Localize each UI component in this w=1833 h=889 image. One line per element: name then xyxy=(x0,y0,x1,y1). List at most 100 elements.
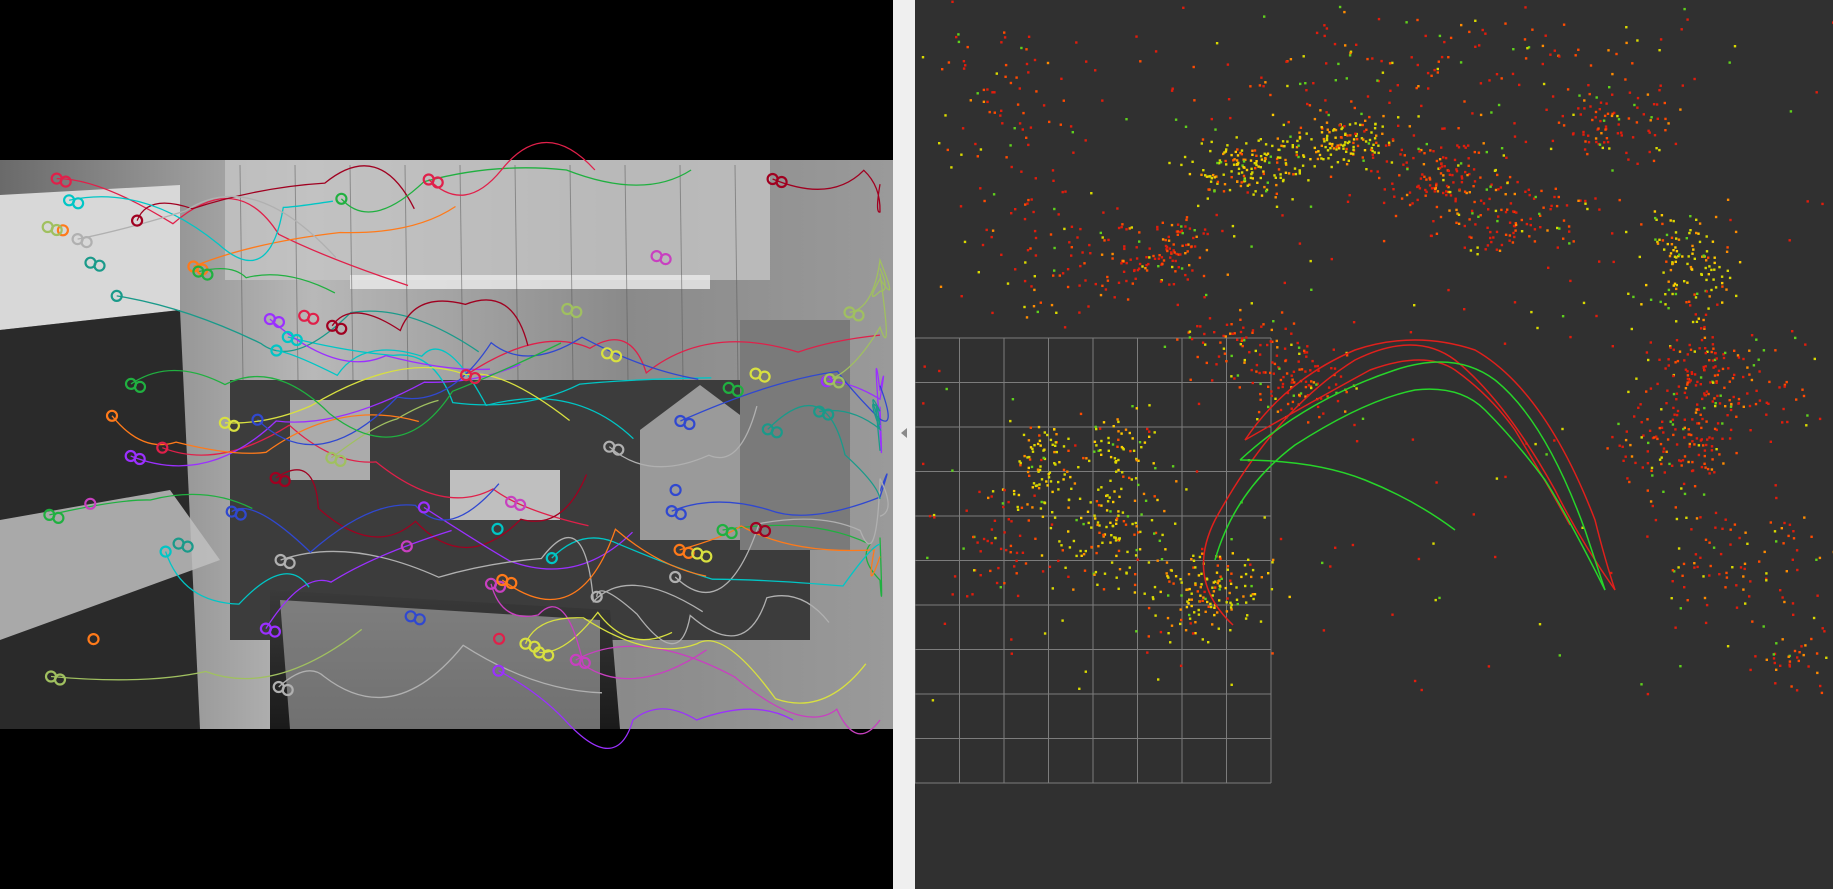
landmark-point xyxy=(1388,62,1392,65)
landmark-point xyxy=(1813,357,1816,361)
landmark-point xyxy=(1779,589,1782,592)
landmark-point xyxy=(962,60,966,63)
landmark-point xyxy=(1170,569,1173,572)
landmark-point xyxy=(1591,118,1594,122)
landmark-point xyxy=(1708,265,1711,268)
landmark-point xyxy=(1202,596,1205,599)
landmark-point xyxy=(1626,477,1629,480)
landmark-point xyxy=(1743,562,1747,565)
landmark-point xyxy=(1089,252,1092,255)
landmark-point xyxy=(1712,347,1715,350)
landmark-point xyxy=(1054,444,1057,447)
landmark-point xyxy=(1681,459,1685,462)
landmark-point xyxy=(1366,57,1369,61)
landmark-point xyxy=(1381,125,1384,128)
landmark-point xyxy=(1322,158,1325,161)
landmark-point xyxy=(1021,551,1025,554)
landmark-point xyxy=(1676,359,1680,363)
landmark-point xyxy=(1259,343,1262,347)
panel-splitter[interactable] xyxy=(893,0,915,889)
landmark-point xyxy=(1726,198,1730,201)
landmark-point xyxy=(1705,235,1708,238)
landmark-point xyxy=(1812,616,1816,620)
landmark-point xyxy=(960,153,963,156)
landmark-point xyxy=(1210,140,1213,144)
landmark-point xyxy=(1534,442,1537,446)
landmark-point xyxy=(1549,208,1552,211)
landmark-point xyxy=(1263,516,1266,519)
landmark-point xyxy=(1116,207,1119,210)
landmark-point xyxy=(1762,349,1766,352)
landmark-point xyxy=(1463,308,1466,311)
landmark-point xyxy=(993,111,996,114)
landmark-point xyxy=(1646,450,1649,453)
collapse-arrow-icon[interactable] xyxy=(901,428,907,438)
landmark-point xyxy=(1721,285,1724,288)
point-cloud-viewport[interactable] xyxy=(915,0,1833,889)
landmark-point xyxy=(1248,351,1251,354)
landmark-point xyxy=(1027,35,1031,38)
landmark-point xyxy=(1062,478,1065,481)
landmark-point xyxy=(1009,419,1012,423)
landmark-point xyxy=(1675,287,1678,291)
landmark-point xyxy=(932,513,936,517)
landmark-point xyxy=(1094,69,1097,72)
landmark-point xyxy=(1102,533,1105,537)
landmark-point xyxy=(1693,293,1696,296)
landmark-point xyxy=(1704,347,1707,350)
landmark-point xyxy=(1130,478,1133,481)
landmark-point xyxy=(1681,84,1684,87)
landmark-point xyxy=(1194,621,1197,624)
landmark-point xyxy=(1394,214,1398,218)
landmark-point xyxy=(1100,439,1103,443)
landmark-point xyxy=(1187,243,1190,246)
landmark-point xyxy=(1284,359,1287,363)
landmark-point xyxy=(946,148,949,152)
landmark-point xyxy=(1225,610,1229,613)
landmark-point xyxy=(1790,685,1793,688)
landmark-point xyxy=(1669,219,1672,222)
landmark-point xyxy=(1088,459,1091,463)
landmark-point xyxy=(1172,283,1176,286)
landmark-point xyxy=(1818,556,1822,560)
estimated-trajectory xyxy=(1202,344,1616,626)
landmark-point xyxy=(1742,405,1745,408)
landmark-point xyxy=(1249,176,1253,180)
3d-visualization-view[interactable] xyxy=(915,0,1833,889)
landmark-point xyxy=(1001,122,1004,125)
landmark-point xyxy=(1780,527,1783,530)
landmark-point xyxy=(1012,489,1016,493)
landmark-point xyxy=(1694,313,1697,316)
landmark-point xyxy=(1439,215,1443,219)
landmark-point xyxy=(1671,418,1675,421)
landmark-point xyxy=(1635,121,1639,124)
landmark-point xyxy=(1713,427,1717,431)
landmark-point xyxy=(1039,507,1043,510)
landmark-point xyxy=(1188,587,1191,591)
landmark-point xyxy=(1193,611,1196,614)
landmark-point xyxy=(1686,377,1690,381)
landmark-point xyxy=(1057,488,1060,491)
landmark-point xyxy=(1275,354,1279,357)
landmark-point xyxy=(1774,682,1777,685)
landmark-point xyxy=(1505,156,1508,159)
landmark-point xyxy=(1598,143,1602,146)
landmark-point xyxy=(1034,537,1037,540)
landmark-point xyxy=(1391,613,1394,616)
landmark-point xyxy=(1313,117,1317,121)
landmark-point xyxy=(1266,181,1269,184)
landmark-point xyxy=(1720,275,1724,278)
landmark-point xyxy=(1309,259,1312,263)
landmark-point xyxy=(1688,343,1691,347)
landmark-point xyxy=(1518,83,1521,87)
landmark-point xyxy=(1049,233,1053,236)
landmark-point xyxy=(1738,536,1741,540)
landmark-point xyxy=(1707,273,1710,276)
landmark-point xyxy=(1103,572,1107,575)
landmark-point xyxy=(1615,52,1618,56)
landmark-point xyxy=(1214,586,1217,589)
landmark-point xyxy=(1201,138,1205,141)
landmark-point xyxy=(1317,150,1320,153)
landmark-point xyxy=(1043,632,1047,635)
landmark-point xyxy=(1241,344,1244,348)
